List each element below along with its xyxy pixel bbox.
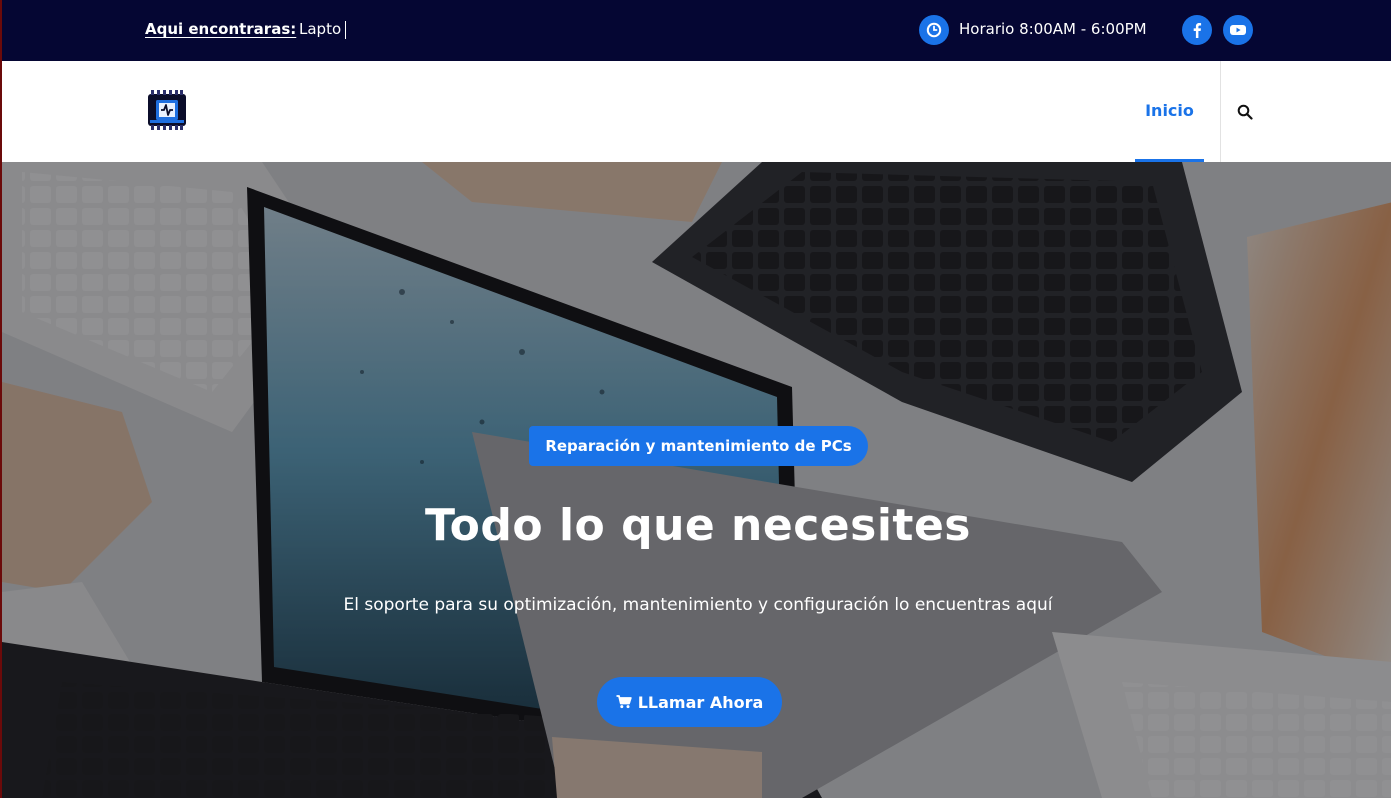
nav-item-inicio[interactable]: Inicio: [1135, 61, 1204, 162]
search-icon[interactable]: [1234, 101, 1256, 123]
site-header: Inicio: [0, 61, 1391, 162]
chip-logo-icon[interactable]: [146, 88, 188, 132]
nav-divider: [1220, 61, 1221, 162]
top-bar: Aqui encontraras: Lapto Horario 8:00AM -…: [0, 0, 1391, 61]
hero-section: Reparación y mantenimiento de PCs Todo l…: [0, 162, 1391, 798]
hero-title: Todo lo que necesites: [425, 500, 971, 551]
cart-icon: [616, 695, 632, 709]
business-hours: Horario 8:00AM - 6:00PM: [959, 20, 1147, 38]
ticker-text: Lapto: [299, 20, 342, 38]
youtube-icon[interactable]: [1223, 15, 1253, 45]
clock-icon: [919, 15, 949, 45]
call-now-button[interactable]: LLamar Ahora: [597, 677, 782, 727]
ticker-label: Aqui encontraras:: [145, 20, 297, 38]
hero-subtitle: El soporte para su optimización, manteni…: [343, 595, 1053, 615]
facebook-icon[interactable]: [1182, 15, 1212, 45]
hero-badge: Reparación y mantenimiento de PCs: [529, 426, 868, 466]
call-now-label: LLamar Ahora: [637, 692, 764, 712]
typing-caret: [345, 21, 346, 39]
